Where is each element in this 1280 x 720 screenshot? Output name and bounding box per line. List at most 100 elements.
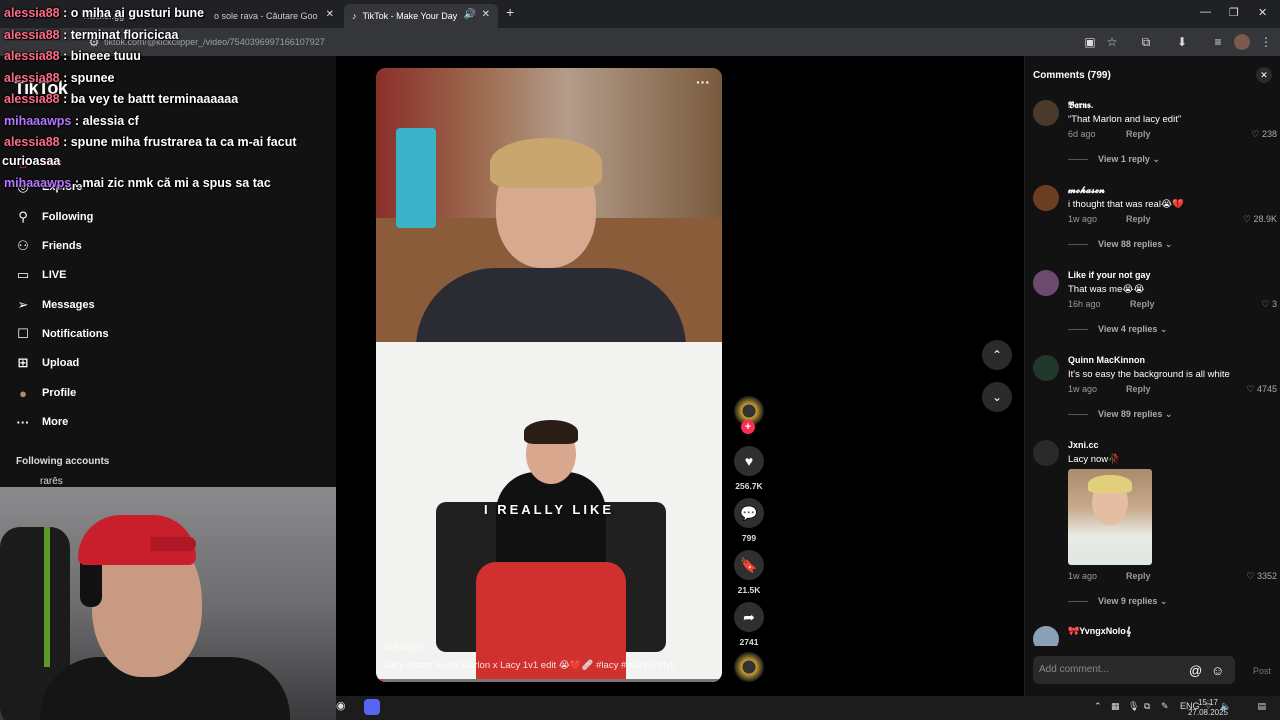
music-disc-icon [734, 652, 764, 682]
view-replies-button[interactable]: View 88 replies ⌄ [1068, 239, 1172, 250]
downloads-icon[interactable]: ⬇ [1174, 34, 1190, 50]
close-comments-icon[interactable]: ✕ [1256, 67, 1272, 83]
close-window-button[interactable]: ✕ [1258, 6, 1267, 19]
reply-button[interactable]: Reply [1126, 214, 1151, 224]
comment-likes[interactable]: ♡ 3352 [1246, 571, 1277, 582]
comment-text: It's so easy the background is all white [1068, 369, 1230, 380]
reply-button[interactable]: Reply [1126, 571, 1151, 581]
video-player[interactable]: ··· I REALLY LIKE kickclipper_ Lacy reac… [376, 68, 722, 682]
add-comment-input[interactable]: Add comment... [1033, 656, 1235, 684]
comment-likes[interactable]: ♡ 28.9K [1243, 214, 1277, 225]
comment-author[interactable]: 𝕭𝖆𝖗𝖓𝖘. [1068, 100, 1093, 111]
comment-author[interactable]: 𝓶𝓸𝓱𝓪𝓼𝓮𝓷 [1068, 185, 1105, 196]
next-video-button[interactable]: ⌄ [982, 382, 1012, 412]
comment-author[interactable]: Jxni.cc [1068, 440, 1099, 450]
heart-outline-icon: ♡ [1246, 571, 1255, 581]
comment-avatar[interactable] [1033, 626, 1059, 646]
nav-label: LIVE [42, 269, 67, 281]
chevron-up-icon: ⌃ [991, 348, 1003, 362]
comment-like-count: 28.9K [1253, 214, 1277, 224]
reply-button[interactable]: Reply [1126, 384, 1151, 394]
comment-likes[interactable]: ♡ 3 [1261, 299, 1277, 310]
comment-time: 6d ago [1068, 129, 1096, 139]
close-tab-icon[interactable]: ✕ [482, 9, 490, 20]
pen-icon[interactable]: ✎ [1161, 701, 1169, 712]
tab-tiktok[interactable]: ♪ TikTok - Make Your Day 🔊 ✕ [344, 4, 498, 28]
view-replies-button[interactable]: View 4 replies ⌄ [1068, 324, 1167, 335]
comment-avatar[interactable] [1033, 100, 1059, 126]
reactor-shirt [416, 268, 686, 348]
save-button[interactable]: 🔖 21.5K [733, 550, 765, 595]
restore-button[interactable]: ❐ [1229, 6, 1239, 19]
nav-label: More [42, 416, 69, 428]
follow-plus-button[interactable]: + [741, 420, 755, 434]
comment-item: 𝕭𝖆𝖗𝖓𝖘. “That Marlon and lacy edit” 6d ag… [1033, 100, 1277, 170]
video-top-half [376, 68, 722, 348]
comment-avatar[interactable] [1033, 270, 1059, 296]
view-replies-button[interactable]: View 9 replies ⌄ [1068, 596, 1167, 607]
nav-label: Friends [42, 240, 82, 252]
divider [1068, 159, 1088, 161]
nav-friends[interactable]: ⚇ Friends [14, 235, 82, 257]
nav-upload[interactable]: ⊞ Upload [14, 352, 80, 374]
man-hair [524, 420, 578, 444]
browser-menu-icon[interactable]: ⋮ [1258, 34, 1274, 50]
view-replies-button[interactable]: View 89 replies ⌄ [1068, 409, 1172, 420]
comment-button[interactable]: 💬 799 [733, 498, 765, 543]
comment-author[interactable]: Like if your not gay [1068, 270, 1151, 280]
like-button[interactable]: ♥ 256.7K [733, 446, 765, 491]
comment-text: That was me😭😭 [1068, 284, 1145, 295]
previous-video-button[interactable]: ⌃ [982, 340, 1012, 370]
comment-likes[interactable]: ♡ 238 [1251, 129, 1277, 140]
emoji-icon[interactable]: ☺ [1211, 663, 1224, 678]
nav-more[interactable]: ··· More [14, 411, 69, 433]
cast-icon[interactable]: ▣ [1082, 34, 1098, 50]
app-icon[interactable]: ◉ [336, 699, 346, 712]
comment-avatar[interactable] [1033, 185, 1059, 211]
mention-icon[interactable]: @ [1189, 663, 1202, 678]
video-more-icon[interactable]: ··· [696, 74, 710, 90]
media-icon[interactable]: ≡ [1210, 34, 1226, 50]
nav-profile[interactable]: ● Profile [14, 382, 76, 404]
nav-notifications[interactable]: ☐ Notifications [14, 323, 108, 345]
nav-label: Profile [42, 387, 77, 399]
chat-text: : bineee tuuu [63, 49, 141, 63]
microphone-icon[interactable]: 🎙 [1128, 701, 1139, 712]
video-creator[interactable]: kickclipper_ [384, 642, 431, 652]
reply-button[interactable]: Reply [1126, 129, 1151, 139]
video-progress-bar[interactable] [376, 679, 722, 682]
taskbar-clock[interactable]: 15:17 27.08.2025 [1188, 698, 1228, 718]
discord-icon[interactable] [364, 699, 380, 715]
extensions-icon[interactable]: ⧉ [1138, 34, 1154, 50]
following-icon: ⚲ [18, 209, 28, 224]
music-disc[interactable] [733, 652, 765, 682]
following-account-item[interactable]: rarēs [40, 476, 63, 487]
comment-likes[interactable]: ♡ 4745 [1246, 384, 1277, 395]
reply-button[interactable]: Reply [1130, 299, 1155, 309]
tray-chevron-up-icon[interactable]: ⌃ [1094, 701, 1102, 712]
comment-time: 1w ago [1068, 384, 1098, 394]
view-replies-button[interactable]: View 1 reply ⌄ [1068, 154, 1160, 165]
nav-live[interactable]: ▭ LIVE [14, 264, 67, 286]
profile-avatar-icon[interactable] [1234, 34, 1250, 50]
notification-center-icon[interactable]: ▤ [1257, 701, 1266, 712]
comment-author[interactable]: 🎀YvngxNolo𝄞 [1068, 626, 1131, 637]
tab-search[interactable]: o sole rava - Căutare Goo ✕ [206, 4, 342, 28]
tray-icon-2[interactable]: ⧉ [1144, 701, 1150, 712]
comment-author[interactable]: Quinn MacKinnon [1068, 355, 1145, 365]
nav-messages[interactable]: ➢ Messages [14, 294, 95, 316]
audio-icon[interactable]: 🔊 [464, 9, 476, 20]
new-tab-button[interactable]: + [506, 4, 514, 20]
close-tab-icon[interactable]: ✕ [326, 9, 334, 20]
bookmark-star-icon[interactable]: ☆ [1104, 34, 1120, 50]
post-comment-button[interactable]: Post [1253, 666, 1271, 676]
comment-avatar[interactable] [1033, 355, 1059, 381]
share-button[interactable]: ➦ 2741 [733, 602, 765, 647]
nav-following[interactable]: ⚲ Following [14, 206, 93, 228]
bookmark-icon: 🔖 [734, 550, 764, 580]
comment-image[interactable] [1068, 469, 1152, 565]
comment-avatar[interactable] [1033, 440, 1059, 466]
tray-icon-1[interactable]: ▦ [1111, 701, 1120, 712]
minimize-button[interactable]: — [1200, 6, 1211, 18]
tiktok-favicon-icon: ♪ [352, 11, 357, 21]
